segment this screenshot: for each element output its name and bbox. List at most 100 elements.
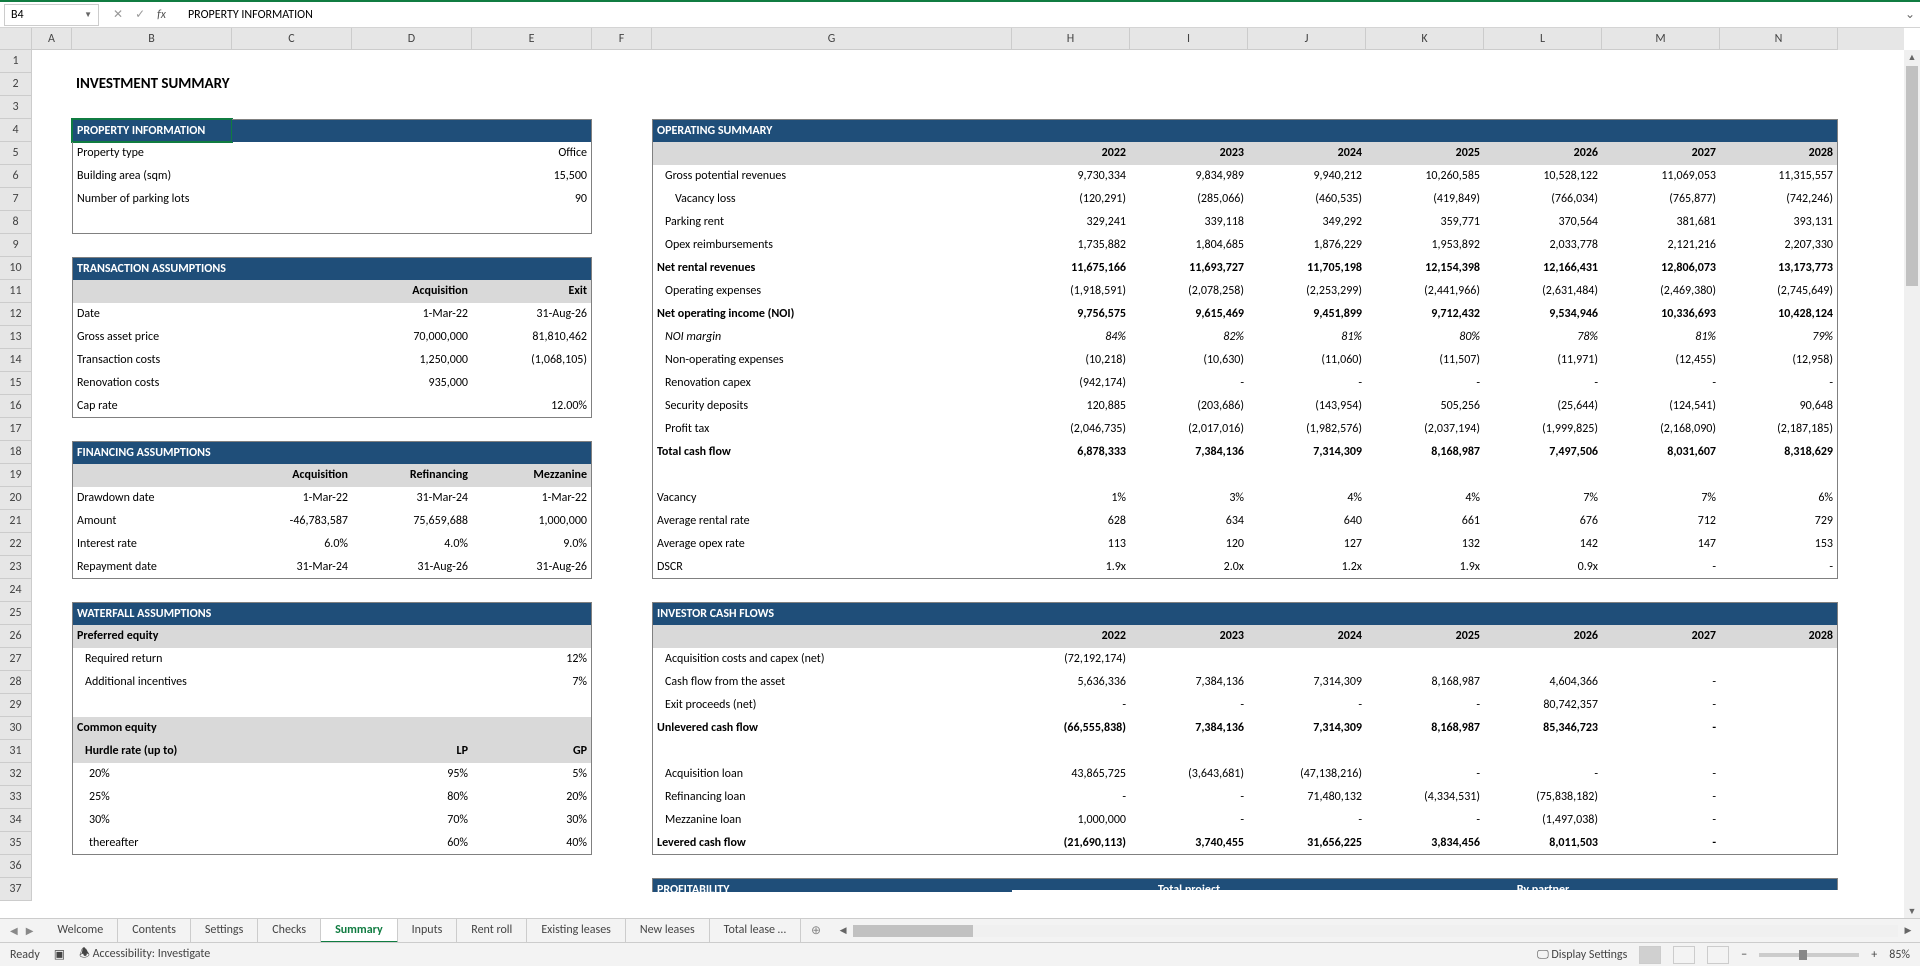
sheet-tab-welcome[interactable]: Welcome bbox=[43, 919, 118, 943]
cell[interactable]: 0.9x bbox=[1484, 556, 1602, 579]
cell[interactable] bbox=[652, 96, 1012, 119]
cell[interactable] bbox=[592, 50, 652, 73]
cell[interactable]: 40% bbox=[472, 832, 592, 855]
op-label[interactable]: Total cash flow bbox=[652, 441, 1012, 464]
cell[interactable]: 70,000,000 bbox=[352, 326, 472, 349]
cell[interactable] bbox=[1720, 878, 1838, 890]
cell[interactable]: 127 bbox=[1248, 533, 1366, 556]
cell[interactable]: - bbox=[1366, 809, 1484, 832]
cell[interactable]: 1,250,000 bbox=[352, 349, 472, 372]
cell[interactable]: (1,999,825) bbox=[1484, 418, 1602, 441]
cell[interactable] bbox=[592, 602, 652, 625]
col-header-H[interactable]: H bbox=[1012, 28, 1130, 50]
cell[interactable]: 2026 bbox=[1484, 142, 1602, 165]
col-header-I[interactable]: I bbox=[1130, 28, 1248, 50]
cell[interactable]: (2,168,090) bbox=[1602, 418, 1720, 441]
cell[interactable] bbox=[592, 763, 652, 786]
row-header-7[interactable]: 7 bbox=[0, 188, 32, 211]
cell[interactable]: (11,971) bbox=[1484, 349, 1602, 372]
property-info-header[interactable]: PROPERTY INFORMATION bbox=[72, 119, 232, 142]
cell[interactable]: 2,033,778 bbox=[1484, 234, 1602, 257]
cell[interactable] bbox=[1012, 119, 1130, 142]
cell[interactable] bbox=[32, 257, 72, 280]
cell[interactable]: (12,455) bbox=[1602, 349, 1720, 372]
cell[interactable] bbox=[72, 878, 232, 890]
cell[interactable]: 11,315,557 bbox=[1720, 165, 1838, 188]
metric-label[interactable]: Average rental rate bbox=[652, 510, 1012, 533]
row-header-26[interactable]: 26 bbox=[0, 625, 32, 648]
metric-label[interactable]: Vacancy bbox=[652, 487, 1012, 510]
cell[interactable] bbox=[232, 717, 352, 740]
cell[interactable] bbox=[72, 855, 232, 878]
cell[interactable] bbox=[1130, 855, 1248, 878]
page-layout-view-icon[interactable] bbox=[1673, 946, 1695, 964]
cell[interactable]: 2028 bbox=[1720, 142, 1838, 165]
cell[interactable]: 4.0% bbox=[352, 533, 472, 556]
cell[interactable] bbox=[232, 832, 352, 855]
cell[interactable]: Refinancing loan bbox=[652, 786, 1012, 809]
cell[interactable]: 7% bbox=[1602, 487, 1720, 510]
cell[interactable]: - bbox=[1602, 763, 1720, 786]
inv-cf-header[interactable]: INVESTOR CASH FLOWS bbox=[652, 602, 1012, 625]
cell[interactable]: 1,953,892 bbox=[1366, 234, 1484, 257]
cell[interactable] bbox=[32, 533, 72, 556]
cell[interactable] bbox=[352, 188, 472, 211]
cell[interactable] bbox=[32, 326, 72, 349]
col-header-D[interactable]: D bbox=[352, 28, 472, 50]
cell[interactable]: ᷉᷉ bbox=[352, 395, 472, 418]
cell[interactable]: 1.9x bbox=[1012, 556, 1130, 579]
cell[interactable] bbox=[1248, 579, 1366, 602]
cell[interactable]: 729 bbox=[1720, 510, 1838, 533]
cell[interactable] bbox=[1720, 73, 1838, 96]
cell[interactable] bbox=[232, 625, 352, 648]
cell[interactable] bbox=[32, 464, 72, 487]
cell[interactable]: 90,648 bbox=[1720, 395, 1838, 418]
cell[interactable] bbox=[232, 372, 352, 395]
op-label[interactable]: Renovation capex bbox=[652, 372, 1012, 395]
cell[interactable]: 1% bbox=[1012, 487, 1130, 510]
cell[interactable]: By partner bbox=[1484, 878, 1602, 890]
cell[interactable] bbox=[1012, 50, 1130, 73]
cell[interactable] bbox=[1720, 786, 1838, 809]
vertical-scrollbar[interactable]: ▲ ▼ bbox=[1904, 50, 1920, 920]
cell[interactable]: - bbox=[1602, 556, 1720, 579]
cell[interactable]: 9,940,212 bbox=[1248, 165, 1366, 188]
cell[interactable] bbox=[232, 303, 352, 326]
cell[interactable]: (120,291) bbox=[1012, 188, 1130, 211]
cell[interactable]: 2026 bbox=[1484, 625, 1602, 648]
cell[interactable]: - bbox=[1012, 786, 1130, 809]
cell[interactable]: 2.0x bbox=[1130, 556, 1248, 579]
cell[interactable]: (25,644) bbox=[1484, 395, 1602, 418]
cell[interactable] bbox=[32, 119, 72, 142]
hscroll-thumb[interactable] bbox=[853, 925, 973, 937]
cell[interactable] bbox=[1602, 50, 1720, 73]
cell[interactable] bbox=[1720, 855, 1838, 878]
cell[interactable] bbox=[232, 395, 352, 418]
cell[interactable] bbox=[592, 832, 652, 855]
cell[interactable] bbox=[472, 694, 592, 717]
cell[interactable]: 85,346,723 bbox=[1484, 717, 1602, 740]
cell[interactable] bbox=[1366, 96, 1484, 119]
cell[interactable] bbox=[652, 464, 1012, 487]
cell[interactable]: 2028 bbox=[1720, 625, 1838, 648]
cell[interactable]: 634 bbox=[1130, 510, 1248, 533]
cell[interactable]: (143,954) bbox=[1248, 395, 1366, 418]
cell[interactable]: (47,138,216) bbox=[1248, 763, 1366, 786]
cell[interactable]: 8,168,987 bbox=[1366, 671, 1484, 694]
cell[interactable]: 1.9x bbox=[1366, 556, 1484, 579]
col-header-G[interactable]: G bbox=[652, 28, 1012, 50]
cell[interactable]: 9,451,899 bbox=[1248, 303, 1366, 326]
row-header-14[interactable]: 14 bbox=[0, 349, 32, 372]
waterfall-header[interactable]: WATERFALL ASSUMPTIONS bbox=[72, 602, 232, 625]
cell[interactable] bbox=[32, 786, 72, 809]
cell[interactable] bbox=[32, 418, 72, 441]
cell[interactable]: 359,771 bbox=[1366, 211, 1484, 234]
page-title[interactable]: INVESTMENT SUMMARY bbox=[72, 73, 232, 96]
cell[interactable]: 628 bbox=[1012, 510, 1130, 533]
op-label[interactable]: Non-operating expenses bbox=[652, 349, 1012, 372]
cell[interactable]: (124,541) bbox=[1602, 395, 1720, 418]
zoom-in-icon[interactable]: + bbox=[1871, 948, 1877, 962]
sheet-nav-next-icon[interactable]: ▶ bbox=[26, 924, 34, 937]
cell[interactable]: 2023 bbox=[1130, 142, 1248, 165]
cell[interactable] bbox=[232, 579, 352, 602]
